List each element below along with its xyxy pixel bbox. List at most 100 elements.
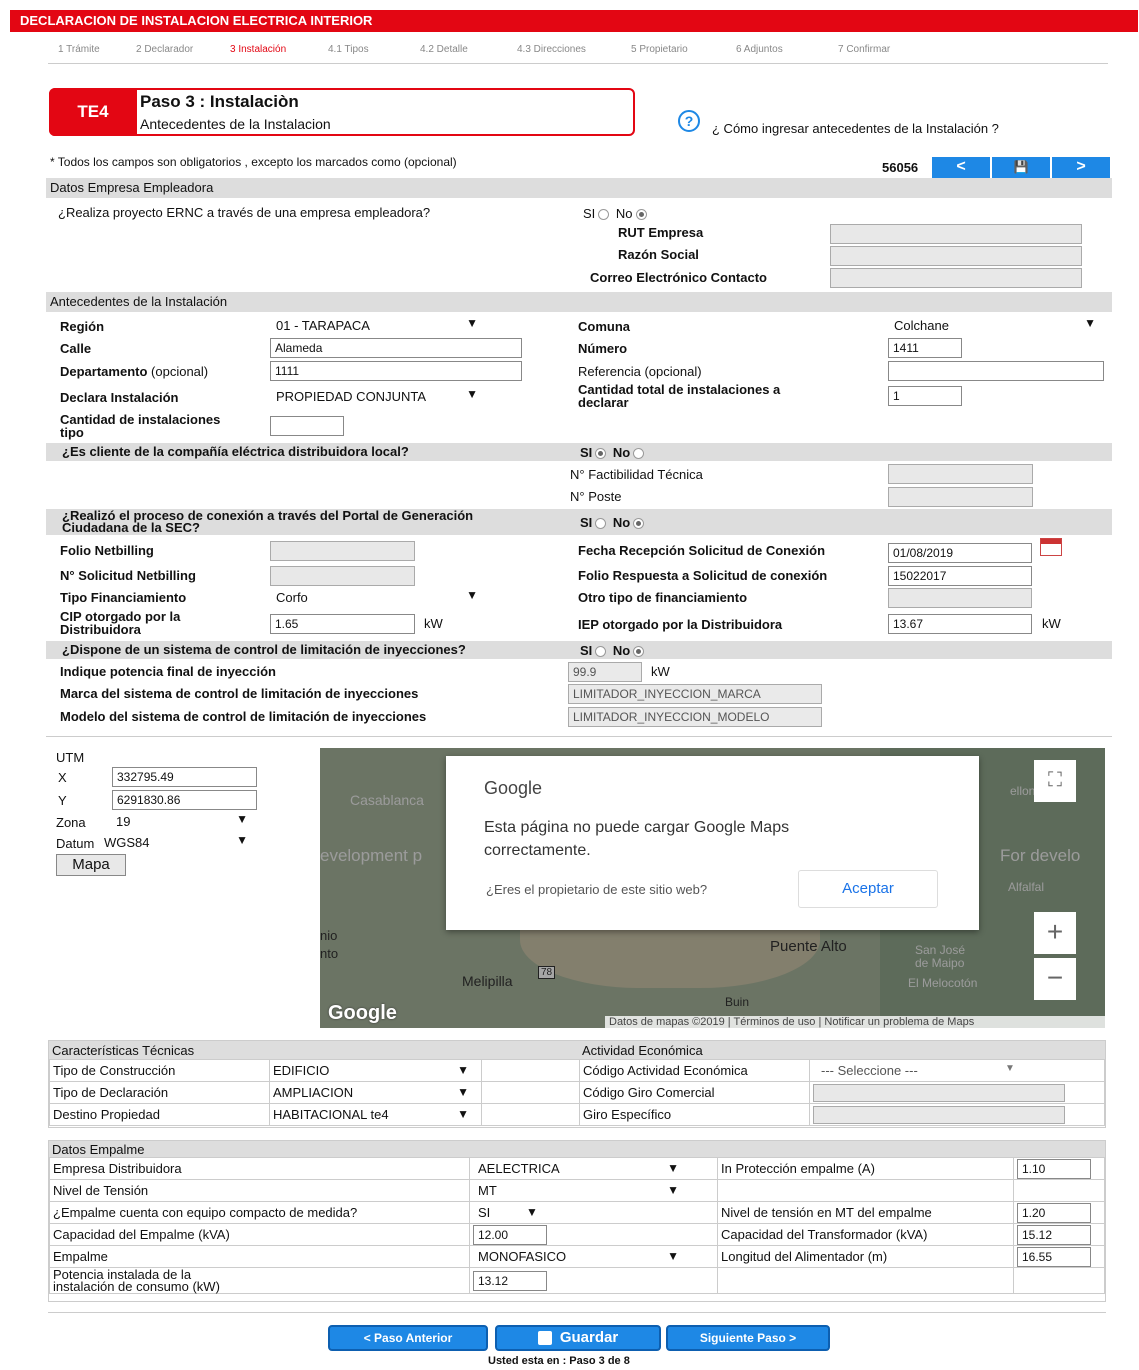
dialog-accept-button[interactable]: Aceptar [798, 870, 938, 908]
cant-tipo-input[interactable] [270, 416, 344, 436]
potencia-input[interactable]: 99.9 [568, 662, 642, 682]
empresa-distribuidora-select[interactable]: AELECTRICA ▼ [469, 1157, 718, 1180]
capacidad-empalme-cell: 12.00 [469, 1223, 718, 1246]
factibilidad-label: N° Factibilidad Técnica [570, 467, 703, 482]
modelo-input[interactable]: LIMITADOR_INYECCION_MODELO [568, 707, 822, 727]
comuna-select[interactable]: Colchane ▼ [890, 316, 1100, 336]
mapa-button[interactable]: Mapa [56, 854, 126, 876]
portal-si-label: SI [580, 515, 593, 530]
referencia-input[interactable] [888, 361, 1104, 381]
divider [48, 63, 1108, 64]
cant-total-input[interactable]: 1 [888, 386, 962, 406]
step-tab-4-3[interactable]: 4.3 Direcciones [517, 44, 586, 55]
equipo-compacto-select[interactable]: SI ▼ [469, 1201, 718, 1224]
cell-label: Código Giro Comercial [579, 1081, 810, 1104]
nivel-mt-input[interactable]: 1.20 [1017, 1202, 1091, 1223]
cliente-si-radio[interactable] [595, 448, 607, 460]
dialog-question: ¿Eres el propietario de este sitio web? [486, 882, 708, 897]
portal-no-radio[interactable] [633, 518, 645, 530]
step-tab-1[interactable]: 1 Trámite [58, 44, 100, 55]
empalme-select[interactable]: MONOFASICO ▼ [469, 1245, 718, 1268]
dropdown-arrow-icon: ▼ [466, 588, 478, 602]
prev-record-button[interactable]: < [932, 157, 990, 179]
calle-input[interactable]: Alameda [270, 338, 522, 358]
limitacion-no-radio[interactable] [633, 646, 645, 658]
google-map[interactable]: Casablanca evelopment p For develo Puent… [320, 748, 1105, 1028]
empalme-title: Datos Empalme [52, 1142, 145, 1157]
cant-total-label-line2: declarar [578, 395, 629, 410]
iep-input[interactable]: 13.67 [888, 614, 1032, 634]
ernc-no-radio[interactable] [635, 209, 647, 221]
giro-especifico-input[interactable] [813, 1105, 1065, 1124]
step-tab-5[interactable]: 5 Propietario [631, 44, 688, 55]
numero-label: Número [578, 341, 628, 356]
financ-select[interactable]: Corfo ▼ [272, 588, 482, 608]
actividad-select[interactable]: --- Seleccione --- ▼ [809, 1059, 1105, 1082]
prev-step-button[interactable]: < Paso Anterior [328, 1325, 488, 1351]
map-error-dialog: Google Esta página no puede cargar Googl… [446, 756, 979, 930]
help-icon[interactable]: ? [678, 110, 700, 132]
declara-select[interactable]: PROPIEDAD CONJUNTA ▼ [272, 387, 482, 407]
destino-select[interactable]: HABITACIONAL te4 ▼ [269, 1103, 482, 1126]
table-row: Empresa Distribuidora AELECTRICA ▼ In Pro… [49, 1157, 1105, 1180]
utm-x-label: X [58, 770, 67, 785]
portal-question-bar: ¿Realizó el proceso de conexión a través… [46, 509, 1112, 535]
depto-input[interactable]: 1111 [270, 361, 522, 381]
factibilidad-input[interactable] [888, 464, 1033, 484]
tipo-construccion-select[interactable]: EDIFICIO ▼ [269, 1059, 482, 1082]
next-step-button[interactable]: Siguiente Paso > [666, 1325, 830, 1351]
nivel-tension-select[interactable]: MT ▼ [469, 1179, 718, 1202]
save-record-button[interactable]: 💾 [992, 157, 1050, 179]
zoom-in-button[interactable]: + [1034, 912, 1076, 954]
giro-comercial-cell [809, 1081, 1105, 1104]
empalme-table: Empresa Distribuidora AELECTRICA ▼ In Pro… [49, 1157, 1105, 1294]
cip-input[interactable]: 1.65 [270, 614, 415, 634]
longitud-input[interactable]: 16.55 [1017, 1246, 1091, 1267]
rut-input[interactable] [830, 224, 1082, 244]
zona-select[interactable]: 19 ▼ [112, 812, 252, 832]
datum-value: WGS84 [104, 835, 150, 850]
datum-select[interactable]: WGS84 ▼ [100, 833, 252, 853]
ernc-si-radio[interactable] [598, 209, 610, 221]
utm-x-input[interactable]: 332795.49 [112, 767, 257, 787]
limitacion-si-radio[interactable] [595, 646, 607, 658]
map-footer[interactable]: Datos de mapas ©2019 | Términos de uso |… [605, 1016, 1105, 1028]
correo-input[interactable] [830, 268, 1082, 288]
portal-si-radio[interactable] [595, 518, 607, 530]
save-icon: 💾 [1013, 160, 1029, 174]
utm-y-input[interactable]: 6291830.86 [112, 790, 257, 810]
solicitud-input[interactable] [270, 566, 415, 586]
step-tab-7[interactable]: 7 Confirmar [838, 44, 890, 55]
step-tab-4-2[interactable]: 4.2 Detalle [420, 44, 468, 55]
poste-input[interactable] [888, 487, 1033, 507]
save-button[interactable]: Guardar [495, 1325, 661, 1351]
help-link[interactable]: ¿ Cómo ingresar antecedentes de la Insta… [712, 121, 999, 136]
capacidad-empalme-input[interactable]: 12.00 [473, 1224, 547, 1245]
tipo-declaracion-select[interactable]: AMPLIACION ▼ [269, 1081, 482, 1104]
step-tab-2[interactable]: 2 Declarador [136, 44, 193, 55]
step-tab-6[interactable]: 6 Adjuntos [736, 44, 783, 55]
otro-financ-input[interactable] [888, 588, 1032, 608]
fullscreen-icon[interactable]: ⛶ [1034, 760, 1076, 802]
folio-resp-input[interactable]: 15022017 [888, 566, 1032, 586]
cliente-no-radio[interactable] [633, 448, 645, 460]
limitacion-si-label: SI [580, 643, 593, 658]
fecha-input[interactable]: 01/08/2019 [888, 543, 1032, 563]
step-tab-3[interactable]: 3 Instalación [230, 44, 286, 55]
in-proteccion-cell: 1.10 [1013, 1157, 1105, 1180]
select-value: HABITACIONAL te4 [273, 1107, 389, 1122]
razon-input[interactable] [830, 246, 1082, 266]
marca-input[interactable]: LIMITADOR_INYECCION_MARCA [568, 684, 822, 704]
numero-input[interactable]: 1411 [888, 338, 962, 358]
zoom-out-button[interactable]: − [1034, 958, 1076, 1000]
in-proteccion-input[interactable]: 1.10 [1017, 1158, 1091, 1179]
potencia-consumo-input[interactable]: 13.12 [473, 1270, 547, 1291]
capacidad-transformador-input[interactable]: 15.12 [1017, 1224, 1091, 1245]
step-tab-4-1[interactable]: 4.1 Tipos [328, 44, 369, 55]
region-select[interactable]: 01 - TARAPACA ▼ [272, 316, 482, 336]
calendar-icon[interactable] [1040, 538, 1062, 556]
cliente-radio-group: SI No [580, 445, 647, 460]
folio-netbilling-input[interactable] [270, 541, 415, 561]
giro-comercial-input[interactable] [813, 1083, 1065, 1102]
next-record-button[interactable]: > [1052, 157, 1110, 179]
